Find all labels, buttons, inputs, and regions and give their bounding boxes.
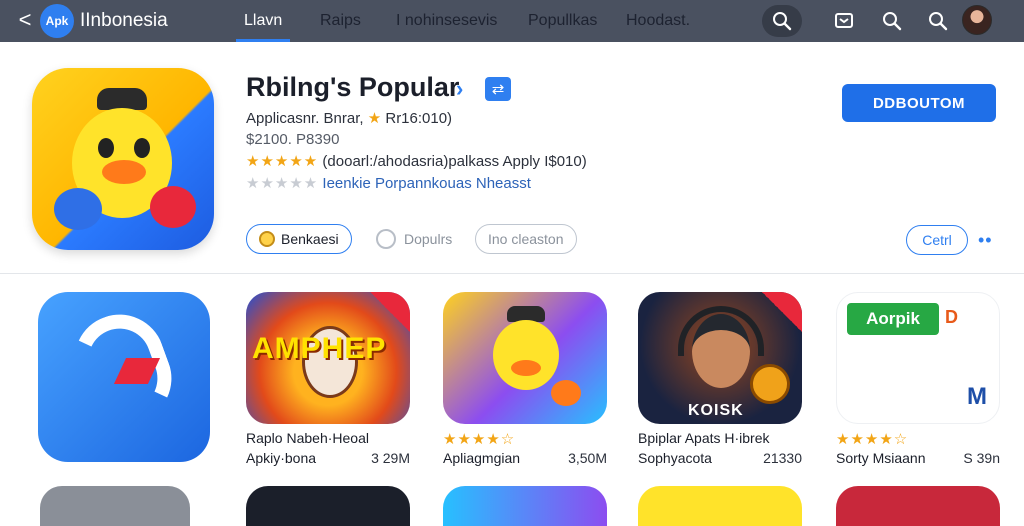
app-card[interactable]: ★★★★☆ Apliagmgian 3,50M	[443, 292, 613, 466]
brand-mark-icon: M	[967, 383, 987, 410]
app-category: Sorty Msiaann	[836, 450, 926, 466]
tile-tag: D	[945, 307, 958, 327]
app-size: 21330	[763, 450, 802, 466]
app-tile-partial[interactable]	[40, 486, 190, 526]
tile-title: Aorpik	[847, 303, 939, 335]
featured-app-rating: ★★★★★ (dooarl:/ahodasria)palkass Apply I…	[246, 153, 587, 170]
app-category: Apliagmgian	[443, 450, 521, 466]
rating-stars-empty: ★★★★★	[246, 175, 319, 192]
app-tile-icon[interactable]	[38, 292, 210, 462]
chevron-right-icon[interactable]: ›	[456, 76, 463, 102]
tile-title: KOISK	[688, 402, 744, 419]
tab-llavn[interactable]: Llavn	[235, 0, 291, 42]
app-category: Sophyacota	[638, 450, 712, 466]
featured-app-section: Rbilng's Popular › ⇄ Applicasnr. Bnrar, …	[0, 42, 1024, 274]
user-avatar[interactable]	[962, 5, 992, 35]
tile-title: AMPHEP	[252, 332, 387, 365]
star-icon: ★	[367, 110, 382, 127]
gamepad-icon[interactable]	[828, 5, 860, 37]
tab-raips[interactable]: Raips	[320, 0, 361, 42]
app-size: 3 29M	[371, 450, 410, 466]
share-icon[interactable]: ⇄	[485, 77, 511, 101]
app-rating-stars: ★★★★☆	[443, 431, 516, 448]
more-options-icon[interactable]: ••	[978, 230, 993, 251]
app-name: Bpiplar Apats H·ibrek	[638, 430, 770, 446]
chip-benkaesi[interactable]: Benkaesi	[246, 224, 352, 254]
app-rating-stars: ★★★★☆	[836, 431, 909, 448]
app-tile-partial[interactable]	[836, 486, 1000, 526]
search-icon[interactable]	[762, 5, 802, 37]
app-name: IInbonesia	[80, 10, 168, 31]
app-tile-icon[interactable]: AMPHEP	[246, 292, 410, 424]
app-card[interactable]: AMPHEP Raplo Nabeh·Heoal Apkiy·bona 3 29…	[246, 292, 416, 466]
top-navigation-bar: < Apk IInbonesia Llavn Raips I nohinsese…	[0, 0, 1024, 42]
rating-stars: ★★★★★	[246, 153, 319, 170]
featured-app-price: $2100. P8390	[246, 131, 340, 148]
featured-app-title[interactable]: Rbilng's Popular	[246, 72, 459, 103]
app-card[interactable]: KOISK Bpiplar Apats H·ibrek Sophyacota 2…	[638, 292, 808, 466]
chip-ino-cleaston[interactable]: Ino cleaston	[475, 224, 577, 254]
app-tile-partial[interactable]	[638, 486, 802, 526]
search-icon[interactable]	[922, 5, 954, 37]
coin-icon	[259, 231, 275, 247]
tab-nohinsesevis[interactable]: I nohinsesevis	[396, 0, 497, 42]
search-icon[interactable]	[876, 5, 908, 37]
download-button[interactable]: DDBOUTOM	[842, 84, 996, 122]
featured-app-rating-secondary[interactable]: ★★★★★ Ieenkie Porpannkouas Nheasst	[246, 174, 531, 192]
featured-app-icon[interactable]	[32, 68, 214, 250]
app-tile-icon[interactable]: KOISK	[638, 292, 802, 424]
app-tile-icon[interactable]: Aorpik D M	[836, 292, 1000, 424]
chip-dopulrs[interactable]: Dopulrs	[364, 224, 465, 254]
app-size: 3,50M	[568, 450, 607, 466]
tab-hoodast[interactable]: Hoodast.	[626, 0, 690, 42]
app-tile-partial[interactable]	[443, 486, 607, 526]
app-tile-partial[interactable]	[246, 486, 410, 526]
app-size: S 39n	[963, 450, 1000, 466]
back-arrow-icon[interactable]: <	[14, 9, 36, 32]
cetrl-button[interactable]: Cetrl	[906, 225, 968, 255]
radio-icon	[376, 229, 396, 249]
app-card[interactable]: Aorpik D M ★★★★☆ Sorty Msiaann S 39n	[836, 292, 1006, 466]
tab-popullkas[interactable]: Popullkas	[528, 0, 597, 42]
app-category: Apkiy·bona	[246, 450, 317, 466]
featured-app-meta: Applicasnr. Bnrar, ★ Rr16:010)	[246, 110, 453, 127]
app-card[interactable]	[38, 292, 210, 462]
app-tile-icon[interactable]	[443, 292, 607, 424]
app-name: Raplo Nabeh·Heoal	[246, 430, 369, 446]
app-logo[interactable]: Apk	[40, 4, 74, 38]
